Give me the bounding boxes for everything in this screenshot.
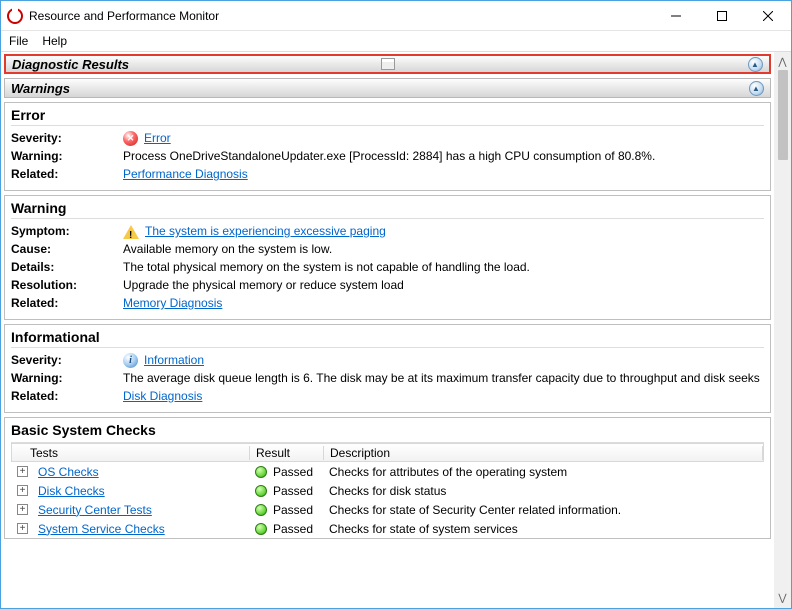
- panel-informational: Informational Severity: Information Warn…: [4, 324, 771, 413]
- label-severity: Severity:: [11, 352, 123, 369]
- close-button[interactable]: [745, 1, 791, 31]
- section-diagnostic-label: Diagnostic Results: [12, 57, 129, 72]
- symptom-link[interactable]: The system is experiencing excessive pag…: [145, 223, 386, 240]
- expand-icon[interactable]: +: [17, 466, 28, 477]
- table-row[interactable]: + Disk Checks Passed Checks for disk stat…: [11, 481, 764, 500]
- minimize-button[interactable]: [653, 1, 699, 31]
- label-related: Related:: [11, 388, 123, 405]
- minimize-icon: [671, 11, 681, 21]
- expand-icon[interactable]: +: [17, 504, 28, 515]
- table-row[interactable]: + Security Center Tests Passed Checks for…: [11, 500, 764, 519]
- value-warning: Process OneDriveStandaloneUpdater.exe [P…: [123, 148, 764, 165]
- panel-error-title: Error: [11, 107, 764, 123]
- titlebar: Resource and Performance Monitor: [1, 1, 791, 31]
- expand-icon[interactable]: +: [17, 485, 28, 496]
- col-result[interactable]: Result: [250, 446, 324, 460]
- value-details: The total physical memory on the system …: [123, 259, 764, 276]
- test-desc: Checks for state of system services: [323, 522, 764, 536]
- label-severity: Severity:: [11, 130, 123, 147]
- info-icon: [123, 353, 138, 368]
- pass-icon: [255, 504, 267, 516]
- table-header: Tests Result Description: [11, 443, 764, 462]
- menu-help[interactable]: Help: [42, 34, 67, 48]
- content-area: Diagnostic Results ▲ Warnings ▲ Error Se…: [1, 51, 791, 608]
- test-name[interactable]: Security Center Tests: [38, 503, 152, 517]
- pass-icon: [255, 485, 267, 497]
- expand-icon[interactable]: +: [17, 523, 28, 534]
- error-icon: [123, 131, 138, 146]
- collapse-icon[interactable]: ▲: [749, 81, 764, 96]
- test-result: Passed: [273, 465, 313, 479]
- label-details: Details:: [11, 259, 123, 276]
- col-tests[interactable]: Tests: [12, 446, 250, 460]
- test-result: Passed: [273, 503, 313, 517]
- test-desc: Checks for disk status: [323, 484, 764, 498]
- test-result: Passed: [273, 522, 313, 536]
- value-resolution: Upgrade the physical memory or reduce sy…: [123, 277, 764, 294]
- test-desc: Checks for state of Security Center rela…: [323, 503, 764, 517]
- section-warnings[interactable]: Warnings ▲: [4, 78, 771, 98]
- scroll-track[interactable]: [778, 70, 788, 590]
- table-row[interactable]: + OS Checks Passed Checks for attributes …: [11, 462, 764, 481]
- maximize-button[interactable]: [699, 1, 745, 31]
- related-link[interactable]: Memory Diagnosis: [123, 295, 222, 312]
- report-body: Diagnostic Results ▲ Warnings ▲ Error Se…: [1, 52, 774, 608]
- panel-checks-title: Basic System Checks: [11, 422, 764, 438]
- label-related: Related:: [11, 295, 123, 312]
- test-name[interactable]: OS Checks: [38, 465, 99, 479]
- pass-icon: [255, 466, 267, 478]
- severity-link[interactable]: Error: [144, 130, 171, 147]
- pass-icon: [255, 523, 267, 535]
- menu-file[interactable]: File: [9, 34, 28, 48]
- related-link[interactable]: Disk Diagnosis: [123, 388, 202, 405]
- test-name[interactable]: Disk Checks: [38, 484, 105, 498]
- checks-table: Tests Result Description + OS Checks Pass…: [11, 442, 764, 538]
- collapse-icon[interactable]: ▲: [748, 57, 763, 72]
- app-icon: [7, 8, 23, 24]
- menubar: File Help: [1, 31, 791, 51]
- label-warning: Warning:: [11, 370, 123, 387]
- value-cause: Available memory on the system is low.: [123, 241, 764, 258]
- label-resolution: Resolution:: [11, 277, 123, 294]
- scroll-thumb[interactable]: [778, 70, 788, 160]
- section-warnings-label: Warnings: [11, 81, 70, 96]
- value-warning: The average disk queue length is 6. The …: [123, 370, 764, 387]
- scroll-up-icon[interactable]: ⋀: [774, 54, 791, 70]
- scroll-down-icon[interactable]: ⋁: [774, 590, 791, 606]
- related-link[interactable]: Performance Diagnosis: [123, 166, 248, 183]
- panel-warning-title: Warning: [11, 200, 764, 216]
- warning-icon: [123, 225, 139, 239]
- label-symptom: Symptom:: [11, 223, 123, 240]
- panel-warning: Warning Symptom: The system is experienc…: [4, 195, 771, 320]
- maximize-icon: [717, 11, 727, 21]
- test-desc: Checks for attributes of the operating s…: [323, 465, 764, 479]
- panel-basic-system-checks: Basic System Checks Tests Result Descrip…: [4, 417, 771, 539]
- close-icon: [763, 11, 773, 21]
- section-diagnostic-results[interactable]: Diagnostic Results ▲: [4, 54, 771, 74]
- test-name[interactable]: System Service Checks: [38, 522, 165, 536]
- panel-info-title: Informational: [11, 329, 764, 345]
- panel-error: Error Severity: Error Warning: Process O…: [4, 102, 771, 191]
- vertical-scrollbar[interactable]: ⋀ ⋁: [774, 52, 791, 608]
- table-row[interactable]: + System Service Checks Passed Checks for…: [11, 519, 764, 538]
- label-related: Related:: [11, 166, 123, 183]
- window-title: Resource and Performance Monitor: [29, 9, 219, 23]
- calendar-icon: [381, 58, 395, 70]
- test-result: Passed: [273, 484, 313, 498]
- severity-link[interactable]: Information: [144, 352, 204, 369]
- label-cause: Cause:: [11, 241, 123, 258]
- label-warning: Warning:: [11, 148, 123, 165]
- col-description[interactable]: Description: [324, 446, 763, 460]
